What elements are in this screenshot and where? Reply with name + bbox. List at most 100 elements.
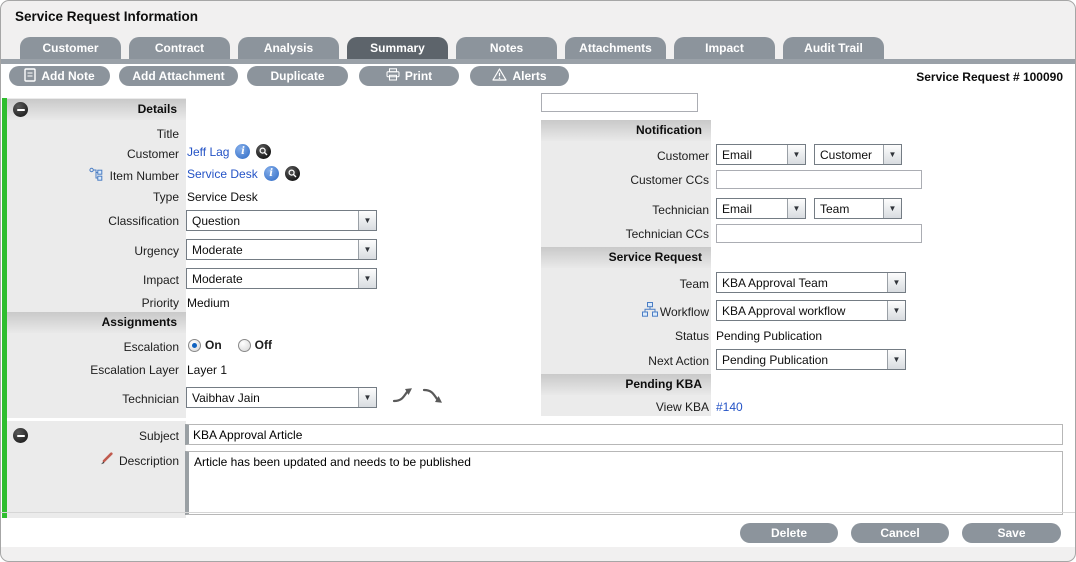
add-note-button[interactable]: Add Note <box>9 66 110 86</box>
priority-value: Medium <box>187 296 230 310</box>
tab-attachments[interactable]: Attachments <box>565 37 666 59</box>
impact-label: Impact <box>7 273 179 287</box>
save-button[interactable]: Save <box>962 523 1061 543</box>
add-note-label: Add Note <box>41 69 94 83</box>
add-attachment-button[interactable]: Add Attachment <box>119 66 238 86</box>
next-action-label: Next Action <box>541 354 709 368</box>
tab-audit-trail[interactable]: Audit Trail <box>783 37 884 59</box>
chevron-down-icon: ▼ <box>787 145 805 164</box>
urgency-value: Moderate <box>187 243 358 257</box>
delete-button[interactable]: Delete <box>740 523 838 543</box>
escalation-on-radio[interactable]: On <box>188 338 222 352</box>
tab-summary[interactable]: Summary <box>347 37 448 59</box>
impact-select[interactable]: Moderate ▼ <box>186 268 377 289</box>
tab-analysis[interactable]: Analysis <box>238 37 339 59</box>
chevron-down-icon: ▼ <box>358 388 376 407</box>
tab-customer[interactable]: Customer <box>20 37 121 59</box>
classification-select[interactable]: Question ▼ <box>186 210 377 231</box>
status-label: Status <box>541 329 709 343</box>
workflow-value: KBA Approval workflow <box>717 304 887 318</box>
customer-link[interactable]: Jeff Lag <box>187 145 229 159</box>
item-number-label: Item Number <box>7 169 179 183</box>
chevron-down-icon: ▼ <box>358 269 376 288</box>
pending-kba-section-header: Pending KBA <box>541 374 711 395</box>
title-input[interactable] <box>541 93 698 112</box>
duplicate-label: Duplicate <box>270 69 324 83</box>
customer-info-icon[interactable]: i <box>235 144 250 159</box>
print-button[interactable]: Print <box>359 66 459 86</box>
escalation-off-label: Off <box>255 338 272 352</box>
service-request-window: Service Request Information Customer Con… <box>0 0 1076 562</box>
customer-label: Customer <box>7 147 179 161</box>
chevron-down-icon: ▼ <box>358 211 376 230</box>
technician-label: Technician <box>7 392 179 406</box>
workflow-select[interactable]: KBA Approval workflow ▼ <box>716 300 906 321</box>
urgency-select[interactable]: Moderate ▼ <box>186 239 377 260</box>
cancel-button[interactable]: Cancel <box>851 523 949 543</box>
chevron-down-icon: ▼ <box>887 273 905 292</box>
customer-ccs-label: Customer CCs <box>541 173 709 187</box>
radio-unselected-icon <box>238 339 251 352</box>
description-label: Description <box>7 454 179 468</box>
alert-triangle-icon <box>492 68 507 84</box>
title-label: Title <box>7 127 179 141</box>
radio-selected-icon <box>188 339 201 352</box>
chevron-down-icon: ▼ <box>887 301 905 320</box>
technician-ccs-label: Technician CCs <box>541 227 709 241</box>
description-textarea[interactable]: Article has been updated and needs to be… <box>185 451 1063 515</box>
notify-customer-target-select[interactable]: Customer ▼ <box>814 144 902 165</box>
delete-label: Delete <box>771 526 807 540</box>
footer-divider <box>1 512 1076 513</box>
classification-label: Classification <box>7 214 179 228</box>
note-icon <box>24 68 36 85</box>
collapse-details-icon[interactable] <box>13 102 28 117</box>
cancel-label: Cancel <box>880 526 919 540</box>
impact-value: Moderate <box>187 272 358 286</box>
item-search-icon[interactable] <box>285 166 300 181</box>
alerts-button[interactable]: Alerts <box>470 66 569 86</box>
escalation-on-label: On <box>205 338 222 352</box>
notify-customer-target-value: Customer <box>815 148 883 162</box>
escalation-off-radio[interactable]: Off <box>238 338 272 352</box>
notify-customer-label: Customer <box>541 149 709 163</box>
request-number: Service Request # 100090 <box>916 70 1063 84</box>
next-action-select[interactable]: Pending Publication ▼ <box>716 349 906 370</box>
tab-notes[interactable]: Notes <box>456 37 557 59</box>
view-kba-link[interactable]: #140 <box>716 400 743 414</box>
notify-technician-target-select[interactable]: Team ▼ <box>814 198 902 219</box>
team-select[interactable]: KBA Approval Team ▼ <box>716 272 906 293</box>
notify-technician-method-select[interactable]: Email ▼ <box>716 198 806 219</box>
chevron-down-icon: ▼ <box>358 240 376 259</box>
classification-value: Question <box>187 214 358 228</box>
details-section-header: Details <box>7 99 186 120</box>
technician-ccs-input[interactable] <box>716 224 922 243</box>
save-label: Save <box>997 526 1025 540</box>
chevron-down-icon: ▼ <box>787 199 805 218</box>
assignments-section-header: Assignments <box>7 312 186 333</box>
notify-customer-method-select[interactable]: Email ▼ <box>716 144 806 165</box>
item-number-link[interactable]: Service Desk <box>187 167 258 181</box>
chevron-down-icon: ▼ <box>887 350 905 369</box>
customer-search-icon[interactable] <box>256 144 271 159</box>
item-info-icon[interactable]: i <box>264 166 279 181</box>
subject-input[interactable] <box>185 424 1063 445</box>
duplicate-button[interactable]: Duplicate <box>247 66 348 86</box>
team-label: Team <box>541 277 709 291</box>
technician-select[interactable]: Vaibhav Jain ▼ <box>186 387 377 408</box>
tab-contract[interactable]: Contract <box>129 37 230 59</box>
notify-technician-label: Technician <box>541 203 709 217</box>
deescalate-down-icon[interactable] <box>422 387 444 409</box>
notify-customer-method-value: Email <box>717 148 787 162</box>
escalation-radio-group: On Off <box>188 338 272 352</box>
tab-impact[interactable]: Impact <box>674 37 775 59</box>
add-attachment-label: Add Attachment <box>132 69 224 83</box>
next-action-value: Pending Publication <box>717 353 887 367</box>
view-kba-label: View KBA <box>541 400 709 414</box>
tab-bar: Customer Contract Analysis Summary Notes… <box>20 37 884 59</box>
urgency-label: Urgency <box>7 244 179 258</box>
notify-technician-target-value: Team <box>815 202 883 216</box>
priority-label: Priority <box>7 296 179 310</box>
customer-ccs-input[interactable] <box>716 170 922 189</box>
escalate-up-icon[interactable] <box>392 387 414 409</box>
item-number-value-row: Service Desk i <box>187 166 300 181</box>
